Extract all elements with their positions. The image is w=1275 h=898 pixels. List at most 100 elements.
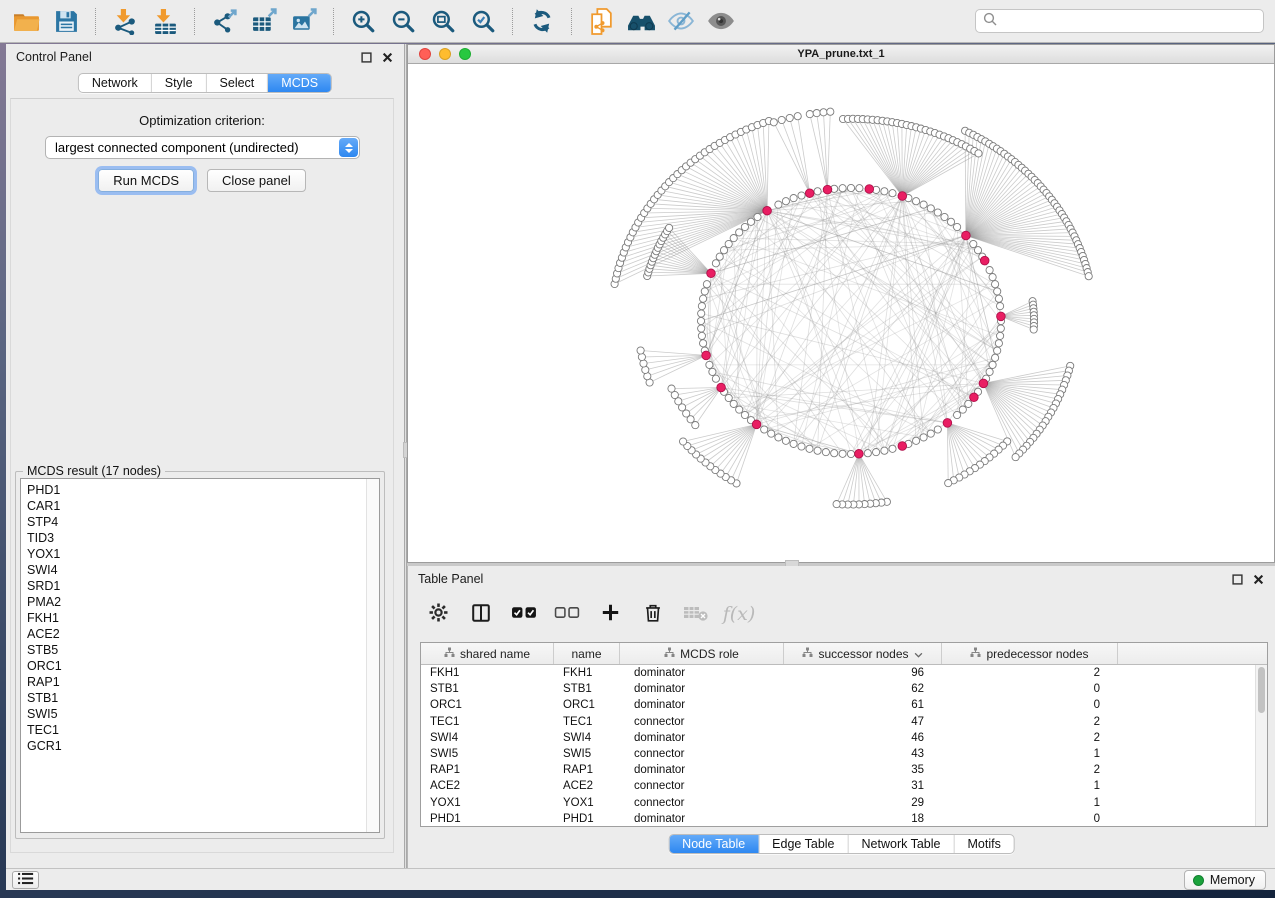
criterion-selected-value: largest connected component (undirected): [46, 140, 339, 155]
mcds-result-item[interactable]: TEC1: [27, 722, 379, 738]
main-toolbar: [0, 0, 1275, 43]
tab-network[interactable]: Network: [79, 74, 151, 92]
mcds-result-item[interactable]: YOX1: [27, 546, 379, 562]
function-builder-button[interactable]: f(x): [725, 599, 753, 629]
table-cell: ORC1: [554, 699, 620, 711]
tab-mcds[interactable]: MCDS: [267, 74, 331, 92]
mcds-result-item[interactable]: SWI4: [27, 562, 379, 578]
mcds-result-item[interactable]: STB1: [27, 690, 379, 706]
export-network-button[interactable]: [206, 3, 242, 39]
table-row[interactable]: ORC1ORC1dominator610: [421, 697, 1267, 713]
graph-nodes[interactable]: [611, 108, 1092, 508]
open-file-button[interactable]: [8, 3, 44, 39]
show-columns-button[interactable]: [467, 599, 495, 629]
close-panel-icon[interactable]: [380, 50, 394, 64]
table-cell: 47: [784, 716, 942, 728]
table-cell: 18: [784, 813, 942, 825]
export-image-button[interactable]: [286, 3, 322, 39]
mcds-result-item[interactable]: CAR1: [27, 498, 379, 514]
control-panel-titlebar: Control Panel: [6, 44, 404, 69]
eye-slash-icon: [667, 10, 695, 32]
refresh-view-button[interactable]: [524, 3, 560, 39]
binoculars-icon: [627, 10, 656, 33]
table-scrollbar-thumb[interactable]: [1258, 667, 1265, 713]
close-panel-icon[interactable]: [1251, 572, 1265, 586]
optimization-criterion-label: Optimization criterion:: [11, 113, 393, 128]
panel-menu-button[interactable]: [12, 871, 39, 889]
tab-select[interactable]: Select: [206, 74, 268, 92]
table-cell: TEC1: [421, 716, 554, 728]
export-table-button[interactable]: [246, 3, 282, 39]
column-header-name[interactable]: name: [554, 643, 620, 664]
tab-network-table[interactable]: Network Table: [848, 835, 954, 853]
select-all-columns-button[interactable]: [510, 599, 538, 629]
column-label: MCDS role: [680, 647, 739, 661]
zoom-selected-button[interactable]: [465, 3, 501, 39]
table-row[interactable]: FKH1FKH1dominator962: [421, 665, 1267, 681]
zoom-in-button[interactable]: [345, 3, 381, 39]
search-icon: [983, 12, 997, 31]
unselect-all-columns-button[interactable]: [553, 599, 581, 629]
float-panel-icon[interactable]: [359, 50, 373, 64]
table-panel-titlebar: Table Panel: [408, 566, 1275, 591]
mcds-result-item[interactable]: SRD1: [27, 578, 379, 594]
table-row[interactable]: SWI5SWI5connector431: [421, 746, 1267, 762]
import-network-button[interactable]: [107, 3, 143, 39]
column-header-predecessor-nodes[interactable]: predecessor nodes: [942, 643, 1118, 664]
search-input[interactable]: [1003, 14, 1256, 28]
table-row[interactable]: ACE2ACE2connector311: [421, 778, 1267, 794]
mcds-result-item[interactable]: PMA2: [27, 594, 379, 610]
mcds-result-item[interactable]: ACE2: [27, 626, 379, 642]
network-title: YPA_prune.txt_1: [408, 48, 1274, 60]
search-box[interactable]: [975, 9, 1264, 33]
control-panel: Control Panel NetworkStyleSelectMCDS Opt…: [6, 44, 404, 868]
table-row[interactable]: SWI4SWI4dominator462: [421, 730, 1267, 746]
delete-column-button[interactable]: [639, 599, 667, 629]
column-header-successor-nodes[interactable]: successor nodes: [784, 643, 942, 664]
mcds-result-item[interactable]: FKH1: [27, 610, 379, 626]
mcds-result-item[interactable]: ORC1: [27, 658, 379, 674]
mcds-result-item[interactable]: SWI5: [27, 706, 379, 722]
show-details-button[interactable]: [703, 3, 739, 39]
table-scrollbar[interactable]: [1255, 665, 1267, 826]
tab-style[interactable]: Style: [151, 74, 206, 92]
network-window-titlebar[interactable]: YPA_prune.txt_1: [408, 45, 1274, 64]
import-table-button[interactable]: [147, 3, 183, 39]
table-settings-button[interactable]: [424, 599, 452, 629]
network-graph[interactable]: [408, 64, 1274, 562]
mcds-result-item[interactable]: TID3: [27, 530, 379, 546]
zoom-selected-icon: [470, 8, 496, 34]
memory-status-dot: [1193, 875, 1204, 886]
import-network-icon: [112, 8, 139, 35]
table-row[interactable]: TEC1TEC1connector472: [421, 714, 1267, 730]
first-neighbors-button[interactable]: [623, 3, 659, 39]
mcds-list-scrollbar[interactable]: [366, 479, 379, 832]
table-row[interactable]: RAP1RAP1dominator352: [421, 762, 1267, 778]
tab-motifs[interactable]: Motifs: [953, 835, 1013, 853]
mcds-result-item[interactable]: STB5: [27, 642, 379, 658]
column-header-shared-name[interactable]: shared name: [421, 643, 554, 664]
close-panel-button[interactable]: Close panel: [207, 169, 306, 192]
zoom-out-button[interactable]: [385, 3, 421, 39]
optimization-criterion-select[interactable]: largest connected component (undirected): [45, 136, 360, 159]
mcds-result-item[interactable]: STP4: [27, 514, 379, 530]
mcds-result-item[interactable]: GCR1: [27, 738, 379, 754]
add-column-button[interactable]: [596, 599, 624, 629]
network-from-selection-button[interactable]: [583, 3, 619, 39]
delete-table-button[interactable]: [682, 599, 710, 629]
mcds-result-item[interactable]: RAP1: [27, 674, 379, 690]
column-header-MCDS-role[interactable]: MCDS role: [620, 643, 784, 664]
hide-details-button[interactable]: [663, 3, 699, 39]
save-session-button[interactable]: [48, 3, 84, 39]
memory-button[interactable]: Memory: [1184, 870, 1266, 890]
table-row[interactable]: YOX1YOX1connector291: [421, 795, 1267, 811]
network-canvas[interactable]: [408, 64, 1274, 562]
float-panel-icon[interactable]: [1230, 572, 1244, 586]
run-mcds-button[interactable]: Run MCDS: [98, 169, 194, 192]
zoom-fit-button[interactable]: [425, 3, 461, 39]
tab-edge-table[interactable]: Edge Table: [758, 835, 847, 853]
table-row[interactable]: PHD1PHD1dominator180: [421, 811, 1267, 827]
mcds-result-item[interactable]: PHD1: [27, 482, 379, 498]
table-row[interactable]: STB1STB1dominator620: [421, 681, 1267, 697]
tab-node-table[interactable]: Node Table: [669, 835, 758, 853]
